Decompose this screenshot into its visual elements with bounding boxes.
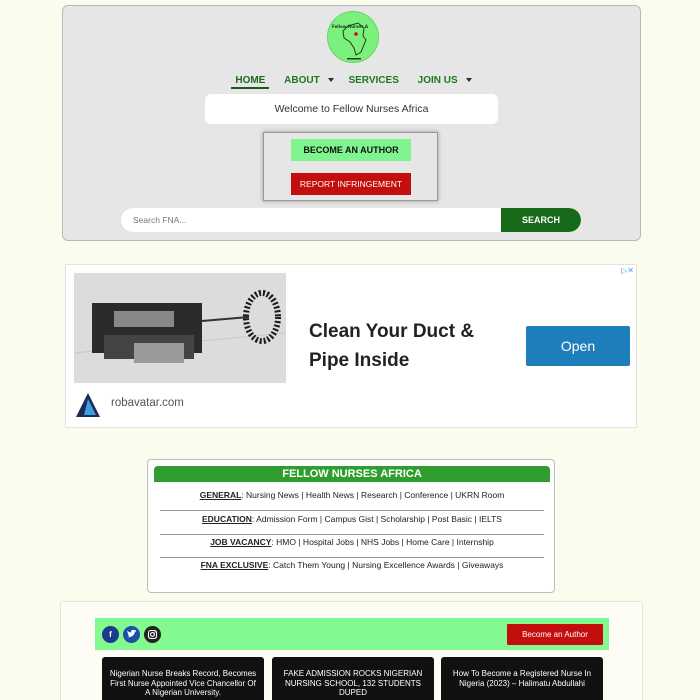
africa-map-icon <box>342 22 367 60</box>
news-card[interactable]: FAKE ADMISSION ROCKS NIGERIAN NURSING SC… <box>272 657 434 700</box>
menu-key-education[interactable]: EDUCATION <box>202 514 252 524</box>
ad-headline[interactable]: Clean Your Duct & Pipe Inside <box>309 317 509 375</box>
nav-about-label: ABOUT <box>284 75 320 86</box>
divider <box>160 557 544 558</box>
chevron-down-icon <box>327 78 334 83</box>
menu-key-job-vacancy[interactable]: JOB VACANCY <box>210 537 271 547</box>
ad-close-icon[interactable]: ▷✕ <box>621 266 634 275</box>
become-author-button-secondary[interactable]: Become an Author <box>507 624 603 645</box>
menu-row-general: GENERAL: Nursing News | Health News | Re… <box>199 490 505 500</box>
report-infringement-button[interactable]: REPORT INFRINGEMENT <box>291 173 411 195</box>
category-menu: FELLOW NURSES AFRICA GENERAL: Nursing Ne… <box>147 459 555 593</box>
nav-services-label: SERVICES <box>348 75 399 86</box>
ad-open-button[interactable]: Open <box>526 326 630 366</box>
facebook-icon[interactable]: f <box>102 626 119 643</box>
nav-join-us[interactable]: JOIN US <box>414 75 472 86</box>
search-input[interactable] <box>121 208 501 232</box>
menu-items-job-vacancy[interactable]: HMO | Hospital Jobs | NHS Jobs | Home Ca… <box>276 537 494 547</box>
news-section: f Become an Author Nigerian Nurse Breaks… <box>60 601 643 700</box>
search-bar: SEARCH <box>121 208 581 232</box>
news-card[interactable]: Nigerian Nurse Breaks Record, Becomes Fi… <box>102 657 264 700</box>
menu-items-fna-exclusive[interactable]: Catch Them Young | Nursing Excellence Aw… <box>273 560 503 570</box>
nav-services[interactable]: SERVICES <box>344 75 402 86</box>
search-button[interactable]: SEARCH <box>501 208 581 232</box>
divider <box>160 510 544 511</box>
twitter-icon[interactable] <box>123 626 140 643</box>
nav-home-label: HOME <box>235 75 266 86</box>
twitter-bird-icon <box>127 629 137 638</box>
news-card[interactable]: How To Become a Registered Nurse In Nige… <box>441 657 603 700</box>
menu-items-education[interactable]: Admission Form | Campus Gist | Scholarsh… <box>256 514 502 524</box>
nav-about[interactable]: ABOUT <box>280 75 334 86</box>
logo-text: Fellow Nurses A <box>332 24 368 29</box>
nav-home[interactable]: HOME <box>231 75 270 89</box>
menu-title: FELLOW NURSES AFRICA <box>154 466 550 482</box>
welcome-banner: Welcome to Fellow Nurses Africa <box>205 94 498 124</box>
robavatar-logo-icon <box>76 393 100 417</box>
become-author-button[interactable]: BECOME AN AUTHOR <box>291 139 411 161</box>
menu-row-job-vacancy: JOB VACANCY: HMO | Hospital Jobs | NHS J… <box>210 537 494 547</box>
site-logo[interactable]: Fellow Nurses A <box>327 11 379 63</box>
instagram-camera-icon <box>147 629 158 640</box>
main-nav: HOME ABOUT SERVICES JOIN US <box>63 75 640 89</box>
menu-key-fna-exclusive[interactable]: FNA EXCLUSIVE <box>201 560 269 570</box>
ad-brand-name[interactable]: robavatar.com <box>111 397 184 409</box>
duct-robot-image <box>74 273 286 383</box>
menu-key-general[interactable]: GENERAL <box>200 490 242 500</box>
divider <box>160 534 544 535</box>
social-bar: f Become an Author <box>95 618 609 650</box>
instagram-icon[interactable] <box>144 626 161 643</box>
chevron-down-icon <box>465 78 472 83</box>
ad-product-image[interactable] <box>74 273 286 383</box>
site-header: Fellow Nurses A HOME ABOUT SERVICES JOIN… <box>62 5 641 241</box>
menu-row-fna-exclusive: FNA EXCLUSIVE: Catch Them Young | Nursin… <box>200 560 504 570</box>
nav-join-us-label: JOIN US <box>417 75 458 86</box>
advertisement[interactable]: ▷✕ Clean Your Duct & Pipe Inside Open ro… <box>65 264 637 428</box>
menu-items-general[interactable]: Nursing News | Health News | Research | … <box>246 490 504 500</box>
menu-row-education: EDUCATION: Admission Form | Campus Gist … <box>202 514 502 524</box>
cta-panel: BECOME AN AUTHOR REPORT INFRINGEMENT <box>263 132 438 201</box>
